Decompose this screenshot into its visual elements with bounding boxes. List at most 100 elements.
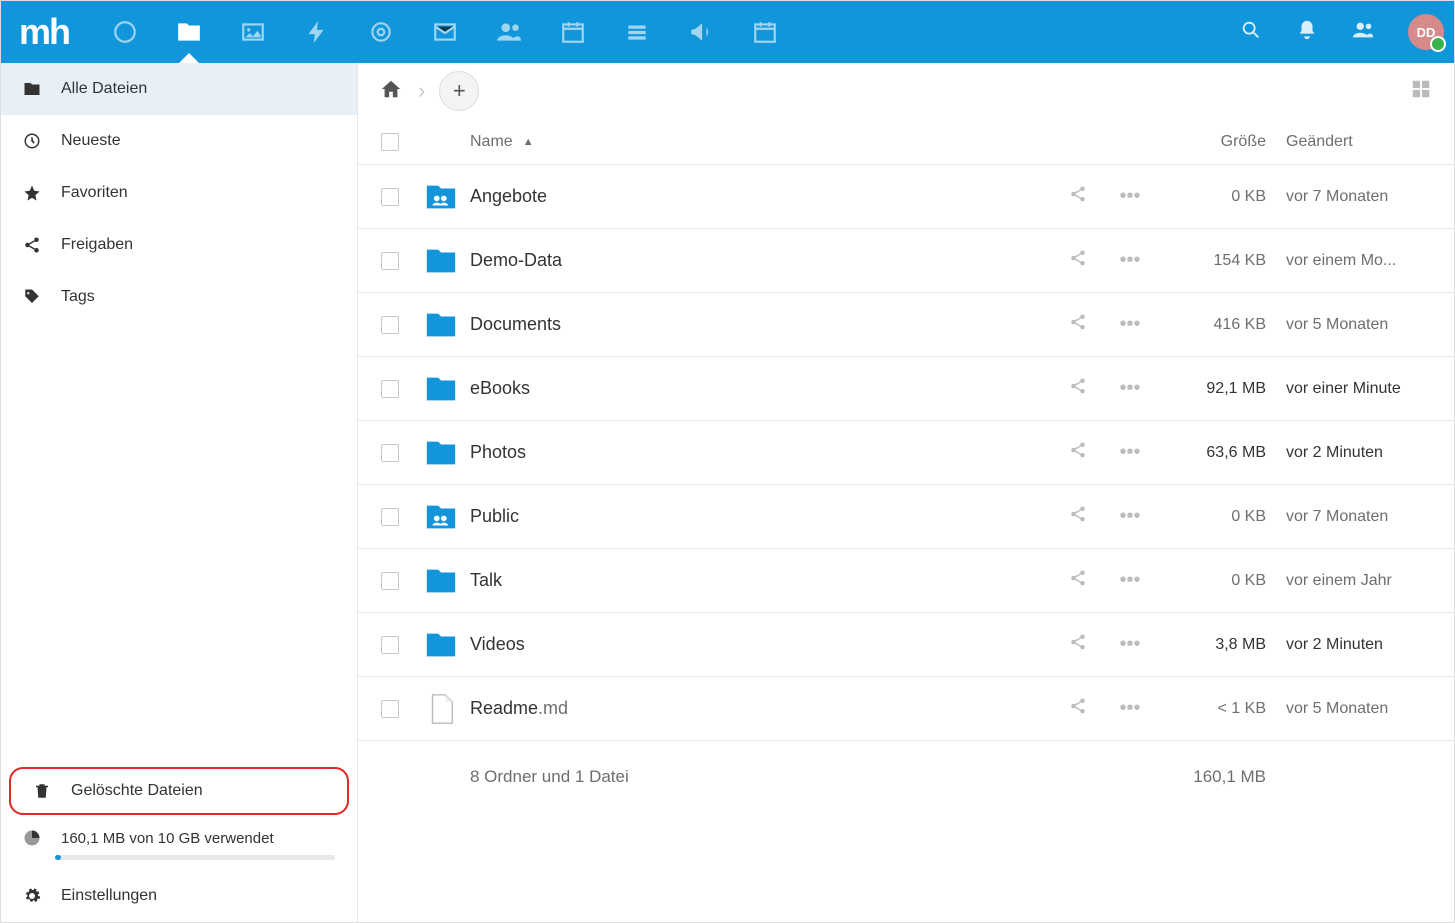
- col-name-label[interactable]: Name: [470, 133, 513, 151]
- sort-asc-icon[interactable]: ▲: [523, 136, 534, 148]
- trash-icon: [33, 780, 51, 802]
- quota-bar: [55, 855, 335, 860]
- sidebar-quota: 160,1 MB von 10 GB verwendet: [1, 819, 357, 849]
- table-row[interactable]: Demo-Data•••154 KBvor einem Mo...: [358, 229, 1454, 293]
- sidebar-item-favorites[interactable]: Favoriten: [1, 167, 357, 219]
- share-icon[interactable]: [1052, 697, 1104, 721]
- table-row[interactable]: Videos•••3,8 MBvor 2 Minuten: [358, 613, 1454, 677]
- sidebar-item-recent[interactable]: Neueste: [1, 115, 357, 167]
- nav-activity-icon[interactable]: [285, 1, 349, 63]
- row-checkbox[interactable]: [381, 444, 399, 462]
- row-checkbox[interactable]: [381, 572, 399, 590]
- more-icon[interactable]: •••: [1104, 569, 1156, 592]
- more-icon[interactable]: •••: [1104, 313, 1156, 336]
- breadcrumb-home-icon[interactable]: [380, 78, 404, 104]
- table-row[interactable]: Talk •••0 KBvor einem Jahr: [358, 549, 1454, 613]
- share-icon[interactable]: [1052, 185, 1104, 209]
- more-icon[interactable]: •••: [1104, 185, 1156, 208]
- status-online-icon: [1430, 36, 1446, 52]
- file-name[interactable]: eBooks: [470, 378, 1052, 399]
- file-name[interactable]: Demo-Data: [470, 250, 1052, 271]
- file-name[interactable]: Documents: [470, 314, 1052, 335]
- logo[interactable]: mh: [19, 11, 69, 53]
- file-modified: vor 5 Monaten: [1266, 316, 1436, 334]
- nav-contacts-icon[interactable]: [477, 1, 541, 63]
- nav-deck-icon[interactable]: [605, 1, 669, 63]
- more-icon[interactable]: •••: [1104, 441, 1156, 464]
- table-row[interactable]: Documents•••416 KBvor 5 Monaten: [358, 293, 1454, 357]
- col-size-label[interactable]: Größe: [1221, 133, 1266, 150]
- sidebar-item-all-files[interactable]: Alle Dateien: [1, 63, 357, 115]
- share-icon[interactable]: [1052, 505, 1104, 529]
- select-all-checkbox[interactable]: [381, 133, 399, 151]
- sidebar-item-settings[interactable]: Einstellungen: [1, 870, 357, 922]
- col-modified-label[interactable]: Geändert: [1286, 133, 1353, 150]
- folder-icon: [422, 372, 460, 406]
- more-icon[interactable]: •••: [1104, 633, 1156, 656]
- nav-dashboard-icon[interactable]: [93, 1, 157, 63]
- contacts-menu-icon[interactable]: [1346, 19, 1380, 45]
- file-name[interactable]: Videos: [470, 634, 1052, 655]
- folder-icon: [422, 436, 460, 470]
- folder-shared-icon: [422, 500, 460, 534]
- summary-size: 160,1 MB: [1156, 767, 1266, 787]
- file-name[interactable]: Readme.md: [470, 698, 1052, 719]
- more-icon[interactable]: •••: [1104, 505, 1156, 528]
- add-button[interactable]: +: [439, 71, 479, 111]
- file-name[interactable]: Talk: [470, 570, 1052, 591]
- avatar[interactable]: DD: [1408, 14, 1444, 50]
- nav-files-icon[interactable]: [157, 1, 221, 63]
- file-size: 92,1 MB: [1156, 380, 1266, 398]
- share-icon: [23, 234, 41, 256]
- notifications-icon[interactable]: [1290, 19, 1324, 45]
- sidebar-item-label: Tags: [61, 288, 95, 306]
- share-icon[interactable]: [1052, 249, 1104, 273]
- file-name[interactable]: Public: [470, 506, 1052, 527]
- file-name[interactable]: Angebote: [470, 186, 1052, 207]
- more-icon[interactable]: •••: [1104, 697, 1156, 720]
- file-name[interactable]: Photos: [470, 442, 1052, 463]
- search-icon[interactable]: [1234, 19, 1268, 45]
- sidebar-item-label: Favoriten: [61, 184, 128, 202]
- table-row[interactable]: Angebote•••0 KBvor 7 Monaten: [358, 165, 1454, 229]
- share-icon[interactable]: [1052, 569, 1104, 593]
- nav-talk-icon[interactable]: [349, 1, 413, 63]
- table-row[interactable]: Readme.md•••< 1 KBvor 5 Monaten: [358, 677, 1454, 741]
- file-modified: vor 7 Monaten: [1266, 508, 1436, 526]
- sidebar-item-trash[interactable]: Gelöschte Dateien: [9, 767, 349, 815]
- file-modified: vor einem Jahr: [1266, 572, 1436, 590]
- grid-view-icon[interactable]: [1410, 78, 1432, 104]
- row-checkbox[interactable]: [381, 316, 399, 334]
- table-row[interactable]: Public•••0 KBvor 7 Monaten: [358, 485, 1454, 549]
- row-checkbox[interactable]: [381, 252, 399, 270]
- file-size: 3,8 MB: [1156, 636, 1266, 654]
- row-checkbox[interactable]: [381, 636, 399, 654]
- folder-icon: [422, 564, 460, 598]
- folder-shared-icon: [422, 180, 460, 214]
- more-icon[interactable]: •••: [1104, 249, 1156, 272]
- nav-schedule-icon[interactable]: [733, 1, 797, 63]
- sidebar-item-label: Freigaben: [61, 236, 133, 254]
- file-size: 0 KB: [1156, 572, 1266, 590]
- share-icon[interactable]: [1052, 313, 1104, 337]
- row-checkbox[interactable]: [381, 380, 399, 398]
- more-icon[interactable]: •••: [1104, 377, 1156, 400]
- quota-label: 160,1 MB von 10 GB verwendet: [61, 830, 274, 847]
- share-icon[interactable]: [1052, 377, 1104, 401]
- row-checkbox[interactable]: [381, 508, 399, 526]
- sidebar-item-shares[interactable]: Freigaben: [1, 219, 357, 271]
- share-icon[interactable]: [1052, 441, 1104, 465]
- nav-announce-icon[interactable]: [669, 1, 733, 63]
- share-icon[interactable]: [1052, 633, 1104, 657]
- nav-calendar-icon[interactable]: [541, 1, 605, 63]
- nav-mail-icon[interactable]: [413, 1, 477, 63]
- file-modified: vor 5 Monaten: [1266, 700, 1436, 718]
- file-size: 154 KB: [1156, 252, 1266, 270]
- folder-icon: [422, 628, 460, 662]
- nav-photos-icon[interactable]: [221, 1, 285, 63]
- row-checkbox[interactable]: [381, 700, 399, 718]
- table-row[interactable]: Photos•••63,6 MBvor 2 Minuten: [358, 421, 1454, 485]
- sidebar-item-tags[interactable]: Tags: [1, 271, 357, 323]
- row-checkbox[interactable]: [381, 188, 399, 206]
- table-row[interactable]: eBooks•••92,1 MBvor einer Minute: [358, 357, 1454, 421]
